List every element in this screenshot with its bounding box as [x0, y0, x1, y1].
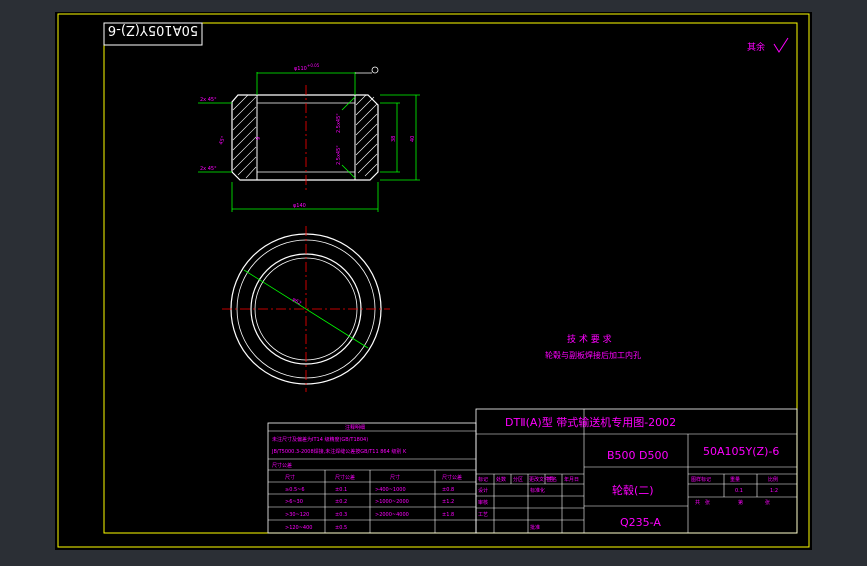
notes-row-1: 未注尺寸及偏差为IT14 级精度(GB/T1804)	[272, 436, 368, 443]
notes-cell: >120~400	[285, 525, 312, 531]
sign-header-date: 年月日	[564, 476, 579, 483]
notes-cell: ±1.2	[442, 499, 454, 505]
scale-label: 比例	[768, 476, 778, 483]
stage-label: 图样标记	[691, 476, 711, 483]
sign-header-mark: 标记	[478, 476, 488, 483]
dim-right-angle-bottom: 2.5x45°	[336, 145, 342, 165]
notes-header-3: 尺寸	[390, 474, 400, 481]
dim-right-angle-top: 2.5x45°	[336, 113, 342, 133]
notes-cell: ±0.8	[442, 487, 454, 493]
sheet-unit-2: 张	[765, 499, 770, 506]
notes-row-2: JB/T5000.3-2008焊接,未注焊缝公差按GB/T11 864 级别 K	[271, 448, 407, 455]
notes-table-title: 注释明细	[345, 424, 365, 431]
main-title: DTⅡ(A)型 带式输送机专用图-2002	[505, 415, 676, 429]
dim-height-inner: 38	[391, 136, 397, 142]
sign-header-zone: 分区	[513, 476, 523, 483]
dim-chamfer-top: 2x 45°	[200, 97, 217, 103]
sheet-background	[55, 12, 812, 550]
dim-bottom-diameter: φ140	[293, 203, 306, 209]
notes-header-4: 尺寸公差	[442, 474, 462, 481]
tech-req-title: 技 术 要 求	[567, 333, 612, 345]
material: Q235-A	[620, 516, 661, 529]
role-process: 工艺	[478, 512, 488, 518]
notes-cell: ≥0.5~6	[285, 487, 305, 493]
notes-cell: >400~1000	[375, 487, 406, 493]
role-approve: 批准	[530, 524, 540, 531]
notes-row-3: 尺寸公差	[272, 462, 292, 469]
notes-cell: ±0.1	[335, 487, 347, 493]
notes-cell: ±0.3	[335, 512, 347, 518]
weight-label: 重量	[730, 476, 740, 483]
sheet-of-label: 第	[738, 499, 743, 506]
notes-cell: ±0.5	[335, 525, 347, 531]
dim-top-diameter-tol: +0.05	[307, 63, 320, 68]
notes-header-1: 尺寸	[285, 474, 295, 481]
drawing-number: 50A105Y(Z)-6	[703, 445, 779, 458]
dim-top-diameter: φ110	[294, 66, 307, 72]
sign-header-count: 处数	[496, 476, 506, 483]
mirrored-drawing-code: 50A105Y(Z)-6	[108, 22, 198, 37]
dim-height-outer: 40	[410, 136, 416, 142]
role-standard: 标准化	[530, 487, 545, 494]
cad-drawing: 50A105Y(Z)-6 其余 φ110 +0.05 2x 45° 2x 45°…	[55, 12, 812, 550]
notes-cell: >2000~4000	[375, 512, 409, 518]
spec-label: B500 D500	[607, 449, 669, 462]
notes-cell: ±0.2	[335, 499, 347, 505]
sheet-unit-1: 张	[705, 499, 710, 506]
dim-inner-label: 9	[256, 137, 262, 140]
tech-req-line1: 轮毂与副板焊接后加工内孔	[545, 350, 641, 360]
notes-cell: >6~30	[285, 499, 303, 505]
role-design: 设计	[478, 487, 488, 494]
dim-chamfer-bottom: 2x 45°	[200, 166, 217, 172]
drawing-canvas: 50A105Y(Z)-6 其余 φ110 +0.05 2x 45° 2x 45°…	[0, 0, 867, 562]
part-name: 轮毂(二)	[612, 483, 654, 497]
scale-value: 1:2	[770, 488, 778, 494]
role-check: 审核	[478, 499, 488, 506]
notes-cell: ±1.8	[442, 512, 454, 518]
notes-cell: >30~120	[285, 512, 309, 518]
roughness-note: 其余	[747, 41, 765, 53]
notes-header-2: 尺寸公差	[335, 474, 355, 481]
sheet-total-label: 共	[695, 499, 700, 506]
weight-value: 0.1	[735, 488, 743, 494]
sign-header-signature: 签名	[547, 476, 557, 483]
notes-cell: >1000~2000	[375, 499, 409, 505]
